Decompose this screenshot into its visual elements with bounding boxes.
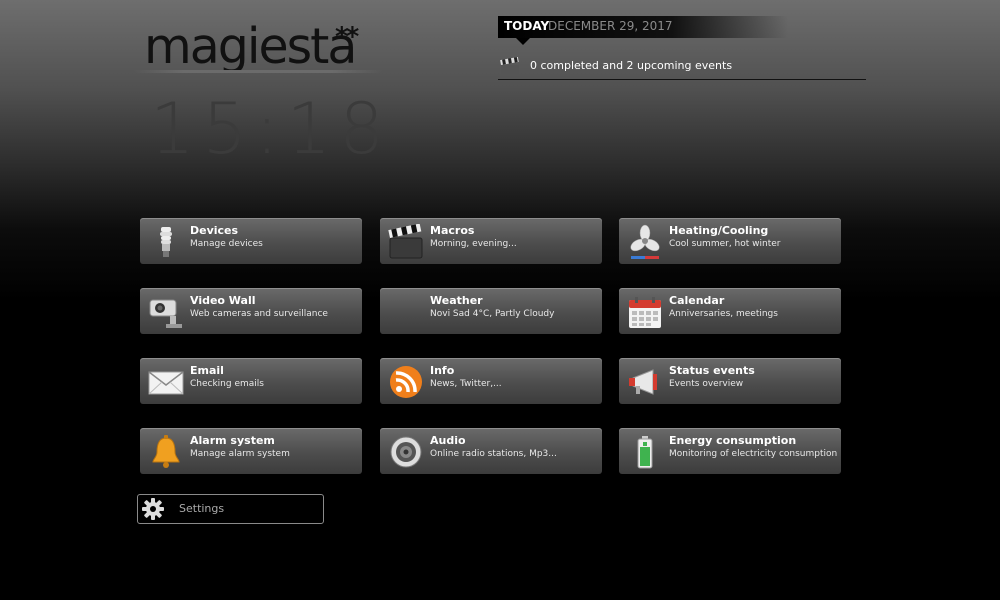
today-label: TODAY <box>504 19 550 33</box>
rss-icon <box>388 364 424 400</box>
light-bulb-icon <box>148 224 184 260</box>
tile-video-wall[interactable]: Video Wall Web cameras and surveillance <box>140 288 362 334</box>
tile-macros[interactable]: Macros Morning, evening... <box>380 218 602 264</box>
today-date: DECEMBER 29, 2017 <box>548 19 673 33</box>
tile-title: Audio <box>430 434 466 447</box>
gear-icon <box>142 498 164 520</box>
tile-title: Devices <box>190 224 239 237</box>
brand-logo: magiesta ** <box>140 18 380 76</box>
calendar-icon <box>627 294 663 330</box>
tile-calendar[interactable]: Calendar Anniversaries, meetings <box>619 288 841 334</box>
tile-subtitle: Online radio stations, Mp3... <box>430 449 557 459</box>
clapperboard-icon <box>388 223 424 260</box>
clock: 15:18 <box>150 88 392 170</box>
tile-audio[interactable]: Audio Online radio stations, Mp3... <box>380 428 602 474</box>
tile-subtitle: Web cameras and surveillance <box>190 309 328 319</box>
speaker-icon <box>388 434 424 470</box>
fan-icon <box>627 224 663 260</box>
tile-subtitle: Morning, evening... <box>430 239 517 249</box>
tile-devices[interactable]: Devices Manage devices <box>140 218 362 264</box>
events-summary[interactable]: 0 completed and 2 upcoming events <box>498 55 866 80</box>
clapperboard-icon <box>500 56 520 77</box>
tile-title: Video Wall <box>190 294 256 307</box>
settings-label: Settings <box>179 502 225 515</box>
tile-heating-cooling[interactable]: Heating/Cooling Cool summer, hot winter <box>619 218 841 264</box>
settings-button[interactable]: Settings <box>137 494 324 524</box>
tile-title: Macros <box>430 224 475 237</box>
tile-title: Energy consumption <box>669 434 797 447</box>
bell-icon <box>148 434 184 470</box>
tile-status-events[interactable]: Status events Events overview <box>619 358 841 404</box>
today-notch <box>516 38 530 45</box>
brand-name: magiesta <box>144 18 357 75</box>
tile-title: Info <box>430 364 455 377</box>
tile-info[interactable]: Info News, Twitter,... <box>380 358 602 404</box>
tile-energy-consumption[interactable]: Energy consumption Monitoring of electri… <box>619 428 841 474</box>
tile-alarm-system[interactable]: Alarm system Manage alarm system <box>140 428 362 474</box>
tile-title: Status events <box>669 364 755 377</box>
megaphone-icon <box>627 364 663 400</box>
tile-email[interactable]: Email Checking emails <box>140 358 362 404</box>
tile-subtitle: News, Twitter,... <box>430 379 502 389</box>
tile-subtitle: Monitoring of electricity consumption <box>669 449 838 459</box>
tile-subtitle: Novi Sad 4°C, Partly Cloudy <box>430 309 555 319</box>
tile-title: Calendar <box>669 294 725 307</box>
tile-title: Email <box>190 364 224 377</box>
tile-title: Alarm system <box>190 434 275 447</box>
envelope-icon <box>148 364 184 400</box>
tile-subtitle: Anniversaries, meetings <box>669 309 778 319</box>
tile-subtitle: Events overview <box>669 379 744 389</box>
security-camera-icon <box>148 294 184 330</box>
tile-subtitle: Manage devices <box>190 239 263 249</box>
brand-stars: ** <box>335 22 359 52</box>
battery-icon <box>627 434 663 470</box>
tile-subtitle: Checking emails <box>190 379 264 389</box>
tile-weather[interactable]: Weather Novi Sad 4°C, Partly Cloudy <box>380 288 602 334</box>
tile-subtitle: Cool summer, hot winter <box>669 239 781 249</box>
tile-title: Heating/Cooling <box>669 224 769 237</box>
tile-title: Weather <box>430 294 483 307</box>
events-summary-text: 0 completed and 2 upcoming events <box>530 59 733 72</box>
logo-divider <box>134 70 382 73</box>
today-header: TODAY DECEMBER 29, 2017 <box>498 16 788 45</box>
tile-subtitle: Manage alarm system <box>190 449 290 459</box>
